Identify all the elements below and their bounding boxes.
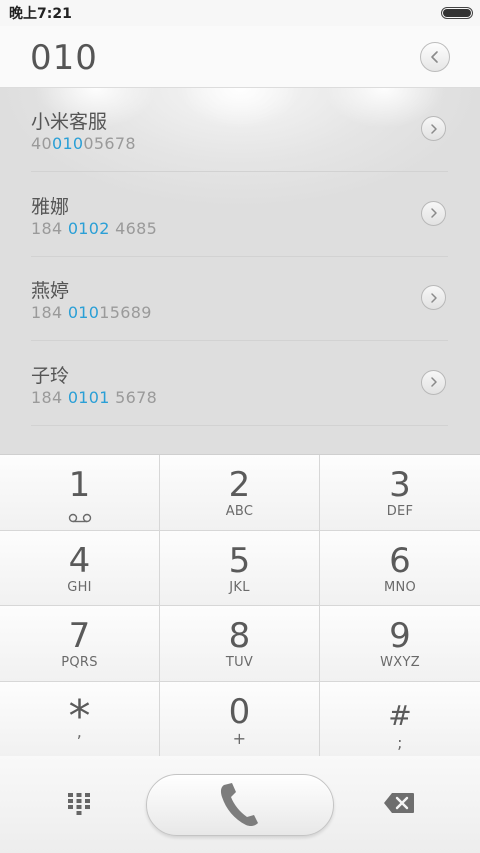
contact-detail-button[interactable] xyxy=(421,285,446,310)
key-3[interactable]: 3 DEF xyxy=(320,455,480,531)
key-letters: , xyxy=(76,722,83,741)
collapse-button[interactable] xyxy=(420,42,450,72)
key-letters: JKL xyxy=(229,580,250,595)
key-digit: 1 xyxy=(68,465,91,505)
dialed-number[interactable]: 010 xyxy=(30,38,98,78)
backspace-icon xyxy=(384,793,414,813)
contact-result-row[interactable]: 雅娜 184 0102 4685 xyxy=(31,173,448,257)
key-digit: 8 xyxy=(228,616,251,656)
key-digit: # xyxy=(388,699,412,732)
key-4[interactable]: 4 GHI xyxy=(0,531,160,606)
key-star[interactable]: *, xyxy=(0,682,160,757)
delete-button[interactable] xyxy=(383,792,415,814)
status-time: 晚上7:21 xyxy=(9,6,72,22)
key-letters: ABC xyxy=(225,504,254,519)
key-digit: 3 xyxy=(389,465,411,505)
key-letters: GHI xyxy=(67,580,92,595)
chevron-right-icon xyxy=(430,292,437,303)
number-segment: 15689 xyxy=(99,303,152,322)
number-segment: 4685 xyxy=(109,218,158,238)
key-1[interactable]: 1 xyxy=(0,455,160,531)
chevron-right-icon xyxy=(430,123,437,134)
key-digit: 7 xyxy=(68,616,91,656)
contact-result-row[interactable]: 子玲 184 0101 5678 xyxy=(31,342,448,426)
number-segment: 184 xyxy=(31,303,68,322)
dialpad-icon xyxy=(68,793,90,815)
key-digit: 6 xyxy=(389,541,411,581)
dial-keypad: 1 2 ABC 3 DEF 4 GHI 5 JKL 6 MNO 7 PQRS 8 TUV 9 WXYZ *, 0 + #… xyxy=(0,454,480,757)
bottom-action-bar xyxy=(0,756,480,853)
contact-result-row[interactable]: 小米客服 4001005678 xyxy=(31,88,448,172)
number-match-highlight: 010 xyxy=(67,303,100,322)
key-letters: TUV xyxy=(225,655,254,670)
key-7[interactable]: 7 PQRS xyxy=(0,606,160,682)
phone-icon xyxy=(220,783,258,827)
number-match-highlight: 010 xyxy=(51,134,84,153)
number-segment: 184 xyxy=(31,387,68,407)
contact-detail-button[interactable] xyxy=(421,116,446,141)
number-segment: 05678 xyxy=(83,134,136,153)
contact-detail-button[interactable] xyxy=(421,200,446,226)
battery-icon xyxy=(441,7,473,19)
dial-input-bar: 010 xyxy=(0,26,480,88)
contact-detail-button[interactable] xyxy=(421,369,446,395)
key-6[interactable]: 6 MNO xyxy=(320,531,480,606)
key-9[interactable]: 9 WXYZ xyxy=(320,606,480,682)
dialpad-toggle-button[interactable] xyxy=(66,792,92,816)
key-letters: DEF xyxy=(386,504,414,519)
battery-level xyxy=(443,9,471,17)
contact-name: 小米客服 xyxy=(31,111,108,133)
contact-name: 子玲 xyxy=(31,364,70,387)
voicemail-icon xyxy=(68,508,92,527)
key-letters: PQRS xyxy=(61,655,98,670)
contact-name: 燕婷 xyxy=(31,280,70,302)
key-letters: MNO xyxy=(383,580,417,595)
contact-results-list: 小米客服 4001005678 雅娜 184 0102 4685 燕婷 184 01015… xyxy=(0,88,480,454)
key-letters: + xyxy=(232,729,247,748)
number-match-highlight: 0101 xyxy=(67,387,110,407)
number-segment: 184 xyxy=(31,218,68,238)
key-2[interactable]: 2 ABC xyxy=(160,455,320,531)
key-digit: 5 xyxy=(228,541,251,581)
chevron-right-icon xyxy=(430,208,437,218)
number-match-highlight: 0102 xyxy=(67,218,110,238)
key-digit: 4 xyxy=(68,541,91,581)
call-button[interactable] xyxy=(146,774,334,836)
number-segment: 5678 xyxy=(109,387,158,407)
key-hash[interactable]: #; xyxy=(320,682,480,757)
key-letters: WXYZ xyxy=(380,655,420,670)
status-bar: 晚上7:21 xyxy=(0,0,480,26)
chevron-left-icon xyxy=(431,51,438,63)
key-0[interactable]: 0 + xyxy=(160,682,320,757)
contact-name: 雅娜 xyxy=(31,195,70,218)
key-digit: 9 xyxy=(389,616,411,656)
key-digit: 2 xyxy=(228,465,251,505)
key-5[interactable]: 5 JKL xyxy=(160,531,320,606)
key-8[interactable]: 8 TUV xyxy=(160,606,320,682)
number-segment: 40 xyxy=(31,134,52,153)
contact-number: 184 0101 5678 xyxy=(31,388,157,407)
key-letters: ; xyxy=(397,733,403,752)
contact-number: 184 0102 4685 xyxy=(31,219,157,238)
contact-number: 4001005678 xyxy=(31,134,136,153)
chevron-right-icon xyxy=(430,377,437,387)
contact-result-row[interactable]: 燕婷 184 01015689 xyxy=(31,257,448,341)
contact-number: 184 01015689 xyxy=(31,303,152,322)
key-digit: 0 xyxy=(228,692,251,732)
